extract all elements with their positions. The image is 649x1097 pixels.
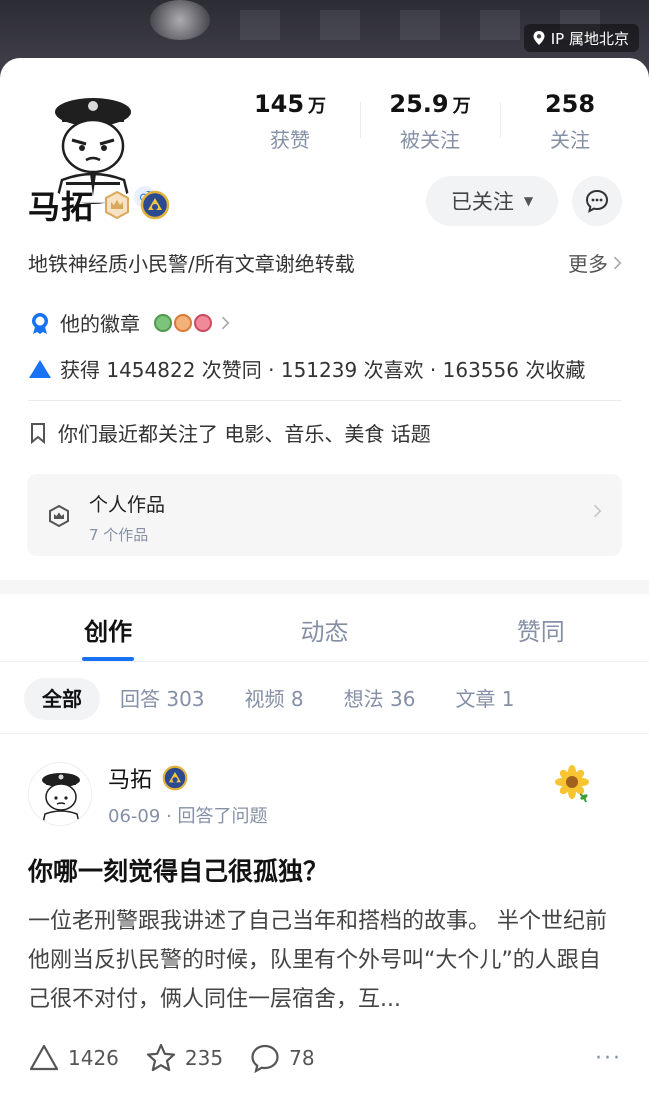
stat-followers[interactable]: 25.9 万 被关注 — [360, 90, 500, 154]
post-meta: 06-09 · 回答了问题 — [108, 806, 268, 827]
content-filters: 全部 回答 303 视频 8 想法 36 文章 1 — [24, 678, 649, 720]
chevron-right-icon — [593, 504, 602, 518]
works-title: 个人作品 — [89, 494, 166, 516]
bio-row: 地铁神经质小民警/所有文章谢绝转载 更多 — [28, 248, 622, 277]
badge-list — [154, 313, 212, 332]
post-excerpt[interactable]: 一位老刑警跟我讲述了自己当年和搭档的故事。 半个世纪前他刚当反扒民警的时候，队里… — [28, 902, 622, 1019]
badges-row[interactable]: 他的徽章 — [28, 308, 230, 337]
badges-label: 他的徽章 — [60, 312, 140, 336]
stat-following-label: 关注 — [550, 128, 590, 152]
orange-badge-icon — [174, 313, 192, 332]
personal-works-card[interactable]: 个人作品 7 个作品 — [27, 474, 622, 556]
likes-summary-row: 获得 1454822 次赞同 · 151239 次喜欢 · 163556 次收藏 — [28, 354, 585, 383]
sunflower-icon — [555, 765, 589, 803]
post-author-avatar[interactable] — [28, 762, 92, 826]
bookmark-icon — [31, 422, 45, 444]
location-pin-icon — [533, 31, 545, 45]
ip-location-text: IP 属地北京 — [550, 29, 629, 48]
message-button[interactable] — [572, 176, 622, 226]
filter-answers[interactable]: 回答 303 — [100, 678, 225, 720]
likes-summary-text: 获得 1454822 次赞同 · 151239 次喜欢 · 163556 次收藏 — [60, 358, 586, 382]
stat-likes-unit: 万 — [308, 96, 327, 117]
red-badge-icon — [194, 313, 212, 332]
following-button[interactable]: 已关注 ▼ — [426, 176, 558, 226]
filter-all[interactable]: 全部 — [24, 678, 100, 720]
more-info-link[interactable]: 更多 — [568, 248, 622, 277]
stat-followers-unit: 万 — [452, 96, 471, 117]
section-separator — [0, 580, 649, 594]
upvote-triangle-icon — [29, 359, 51, 378]
profile-card: ♂ 145万 获赞 25.9万 被关注 258 关注 马拓 — [0, 58, 649, 580]
chevron-right-icon — [221, 316, 230, 329]
more-options-icon[interactable]: ··· — [595, 1046, 622, 1071]
tab-activity[interactable]: 动态 — [216, 594, 432, 661]
shared-topics-text: 你们最近都关注了 电影、音乐、美食 话题 — [58, 422, 431, 446]
works-count: 7 个作品 — [89, 526, 149, 544]
tab-upvoted[interactable]: 赞同 — [433, 594, 649, 661]
post-title[interactable]: 你哪一刻觉得自己很孤独？ — [28, 852, 328, 888]
name-row: 马拓 — [28, 182, 170, 228]
chevron-right-icon — [613, 256, 622, 269]
caret-down-icon: ▼ — [523, 194, 534, 208]
upvote-icon — [29, 1044, 59, 1071]
stat-following[interactable]: 258 关注 — [500, 90, 640, 154]
profile-stats: 145 万 获赞 25.9 万 被关注 258 关注 — [220, 90, 640, 154]
medal-icon — [32, 312, 48, 334]
filter-articles[interactable]: 文章 1 — [435, 678, 534, 720]
comment-icon — [251, 1044, 279, 1074]
following-button-label: 已关注 — [450, 190, 514, 214]
green-badge-icon — [154, 313, 172, 332]
achievement-badge-icon — [162, 765, 188, 791]
more-info-label: 更多 — [568, 252, 608, 276]
star-icon — [146, 1043, 176, 1072]
achievement-badge-icon[interactable] — [140, 190, 170, 220]
filter-videos[interactable]: 视频 8 — [225, 678, 324, 720]
cover-light — [150, 0, 210, 40]
content-tabs: 创作 动态 赞同 — [0, 594, 649, 662]
shared-topics-row[interactable]: 你们最近都关注了 电影、音乐、美食 话题 — [28, 418, 431, 447]
post-actions: 1426 235 78 ··· — [28, 1038, 622, 1078]
upvote-button[interactable]: 1426 — [28, 1042, 119, 1074]
favorite-button[interactable]: 235 — [145, 1042, 223, 1074]
stat-likes[interactable]: 145 万 获赞 — [220, 90, 360, 154]
stat-followers-label: 被关注 — [400, 128, 460, 152]
post-author-name[interactable]: 马拓 — [108, 762, 152, 794]
comment-count: 78 — [289, 1046, 315, 1070]
profile-bio: 地铁神经质小民警/所有文章谢绝转载 — [28, 252, 355, 276]
upvote-count: 1426 — [68, 1046, 119, 1070]
tab-creations[interactable]: 创作 — [0, 594, 216, 661]
comment-button[interactable]: 78 — [249, 1042, 315, 1074]
works-hexagon-icon — [49, 504, 69, 528]
stat-following-value: 258 — [544, 90, 596, 118]
chat-bubble-icon — [585, 189, 609, 213]
post-author-row: 马拓 — [108, 762, 188, 794]
filter-thoughts[interactable]: 想法 36 — [324, 678, 436, 720]
profile-name: 马拓 — [28, 188, 95, 226]
police-cartoon-avatar-icon — [29, 763, 91, 825]
stat-followers-value: 25.9 — [389, 90, 449, 118]
stat-likes-value: 145 — [253, 90, 305, 118]
stat-likes-label: 获赞 — [270, 128, 310, 152]
divider — [0, 733, 649, 734]
divider — [28, 400, 622, 401]
favorite-count: 235 — [184, 1046, 224, 1070]
crown-badge-icon[interactable] — [102, 190, 132, 220]
ip-location-badge: IP 属地北京 — [523, 24, 639, 52]
